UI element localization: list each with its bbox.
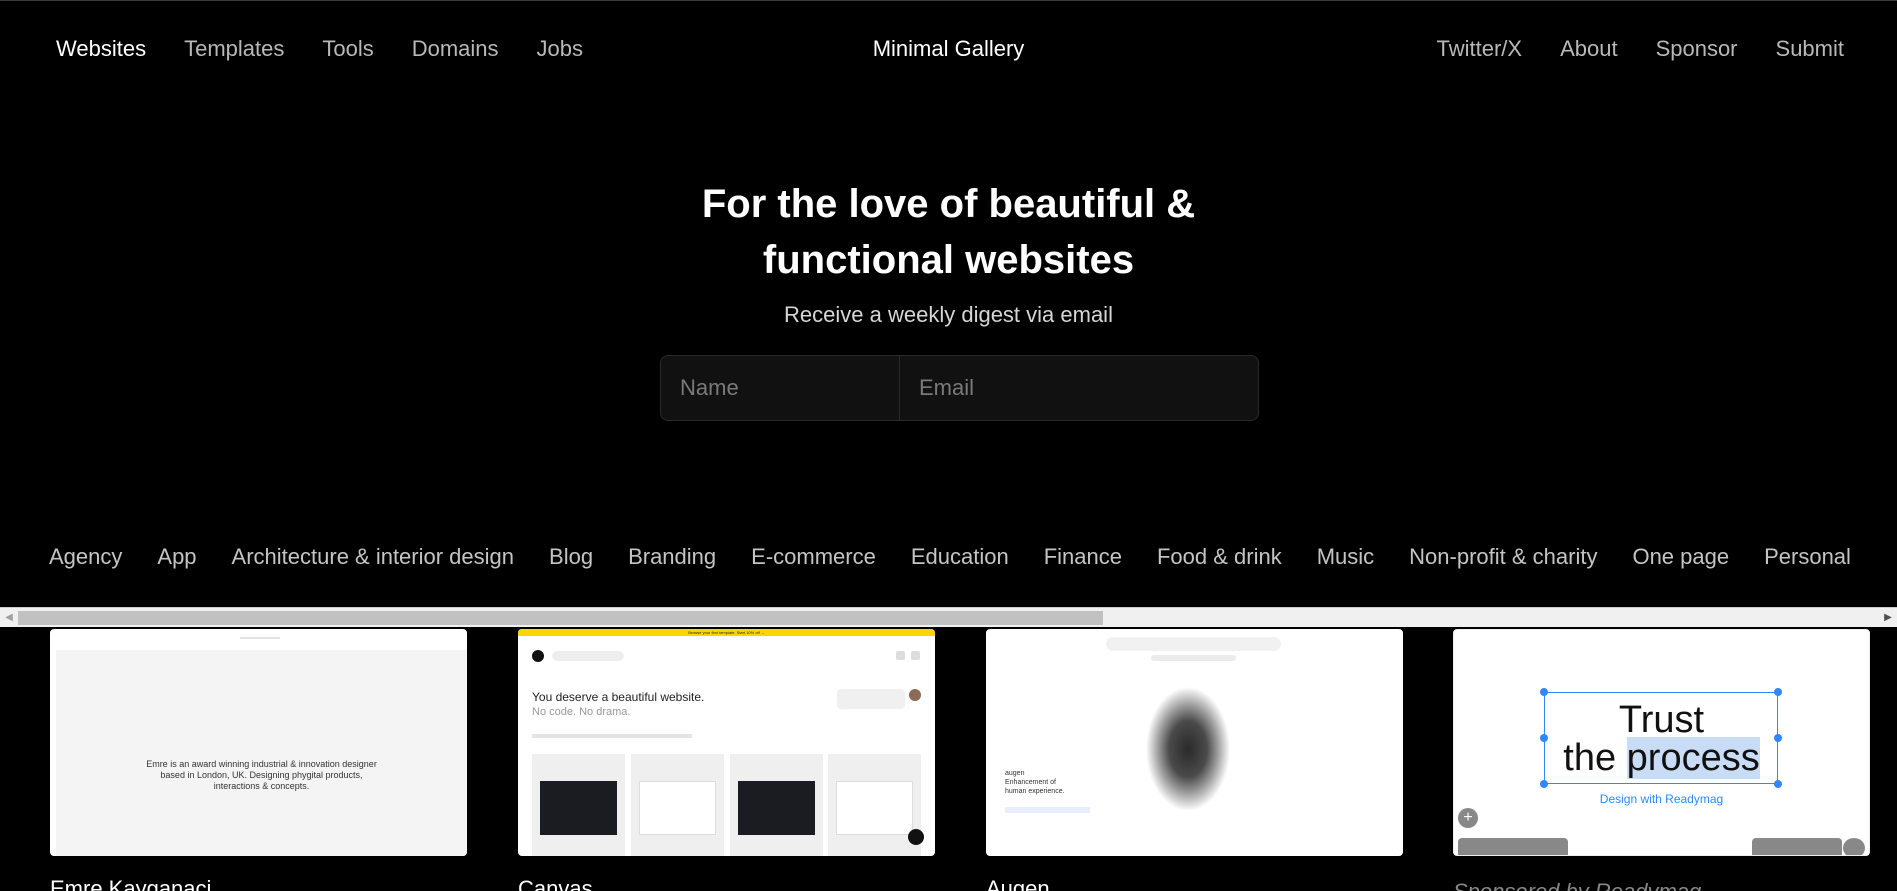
category-blog[interactable]: Blog [549,544,593,570]
hero-title-line2: functional websites [762,238,1135,282]
thumbnail-blurb: Emre is an award winning industrial & in… [56,759,467,792]
selection-handle [1774,780,1782,788]
card-title-canvas[interactable]: Canvas [518,876,593,891]
thumb-cart-icon [896,651,905,660]
editor-toolbar-right [1752,838,1842,855]
card-title-emre[interactable]: Emre Kayganaci [50,876,211,891]
add-icon: + [1458,808,1478,828]
thumb-avatar [909,689,921,701]
email-input[interactable] [900,356,1258,420]
tagline-line: Enhancement of [1005,779,1056,786]
thumb-headline: You deserve a beautiful website. [532,690,705,704]
thumb-nav-pill [552,651,624,661]
chat-bubble-icon [908,829,924,845]
scroll-right-icon[interactable]: ▶ [1881,610,1895,626]
category-education[interactable]: Education [911,544,1009,570]
nav-submit[interactable]: Submit [1776,36,1844,62]
category-finance[interactable]: Finance [1044,544,1122,570]
category-filter-bar: Agency App Architecture & interior desig… [49,544,1851,570]
nav-about[interactable]: About [1560,36,1618,62]
thumb-tag-row [1005,807,1090,813]
thumb-template-tile [631,754,724,856]
secondary-nav: Twitter/X About Sponsor Submit [1436,36,1844,62]
name-input[interactable] [661,356,900,420]
tagline-line: human experience. [1005,788,1065,795]
ad-headline-line2: the process [1454,737,1869,779]
category-app[interactable]: App [157,544,196,570]
tagline-brand: augen [1005,770,1025,777]
tile-preview [836,781,913,835]
hero-subtitle: Receive a weekly digest via email [784,302,1113,327]
category-personal[interactable]: Personal [1764,544,1851,570]
selection-handle [1540,780,1548,788]
primary-nav: Websites Templates Tools Domains Jobs [56,36,583,62]
newsletter-form [660,355,1259,421]
thumb-header-bar [240,637,280,639]
nav-domains[interactable]: Domains [412,36,499,62]
ad-headline-highlight: process [1626,737,1760,779]
selection-handle [1774,688,1782,696]
category-ecommerce[interactable]: E-commerce [751,544,876,570]
nav-templates[interactable]: Templates [184,36,284,62]
site-card-augen[interactable]: augen Enhancement of human experience. [986,629,1403,856]
nav-websites[interactable]: Websites [56,36,146,62]
canvas-logo-icon [532,650,544,662]
category-music[interactable]: Music [1317,544,1374,570]
blurb-line: interactions & concepts. [213,781,310,791]
thumb-menu-bar [1106,637,1281,651]
thumb-tagline: augen Enhancement of human experience. [1005,769,1065,796]
category-one-page[interactable]: One page [1632,544,1729,570]
category-branding[interactable]: Branding [628,544,716,570]
nav-jobs[interactable]: Jobs [537,36,583,62]
site-card-canvas[interactable]: Browse your first template. Start 10% of… [518,629,935,856]
site-card-emre[interactable]: Emre is an award winning industrial & in… [50,629,467,856]
preview-eye-icon [1843,838,1865,855]
category-nonprofit[interactable]: Non-profit & charity [1409,544,1597,570]
card-title-augen[interactable]: Augen [986,876,1050,891]
category-food-drink[interactable]: Food & drink [1157,544,1282,570]
ad-headline-line1: Trust [1618,699,1705,741]
scrollbar-thumb[interactable] [18,611,1103,625]
portrait-image [1116,654,1246,834]
selection-handle [1540,688,1548,696]
promo-banner: Browse your first template. Start 10% of… [518,629,935,636]
nav-tools[interactable]: Tools [322,36,373,62]
tile-preview [540,781,617,835]
category-agency[interactable]: Agency [49,544,122,570]
thumb-template-tile [532,754,625,856]
nav-sponsor[interactable]: Sponsor [1656,36,1738,62]
site-logo[interactable]: Minimal Gallery [873,36,1025,61]
category-architecture[interactable]: Architecture & interior design [232,544,514,570]
ad-headline-word: the [1563,737,1627,779]
nav-twitter[interactable]: Twitter/X [1436,36,1522,62]
blurb-line: Emre is an award winning industrial & in… [146,759,377,769]
thumb-filter-row [532,734,692,738]
thumb-subhead: No code. No drama. [532,706,631,718]
sponsored-label[interactable]: Sponsored by Readymag [1453,879,1701,891]
sponsored-card-readymag[interactable]: Trust the process Design with Readymag + [1453,629,1870,856]
scroll-left-icon[interactable]: ◀ [2,610,16,626]
blurb-line: based in London, UK. Designing phygital … [160,770,363,780]
hero-title: For the love of beautiful & functional w… [0,176,1897,288]
thumb-testimonial [837,689,905,709]
editor-toolbar-left [1458,838,1568,855]
tile-preview [738,781,815,835]
hero-title-line1: For the love of beautiful & [701,182,1196,226]
ad-cta-link: Design with Readymag [1599,792,1724,806]
horizontal-scrollbar[interactable]: ◀ ▶ [0,607,1897,627]
thumb-search-icon [911,651,920,660]
thumb-template-tile [730,754,823,856]
top-navigation: Websites Templates Tools Domains Jobs Mi… [0,0,1897,100]
thumb-template-tile [828,754,921,856]
tile-preview [639,781,716,835]
site-thumbnail: Emre is an award winning industrial & in… [56,650,467,856]
